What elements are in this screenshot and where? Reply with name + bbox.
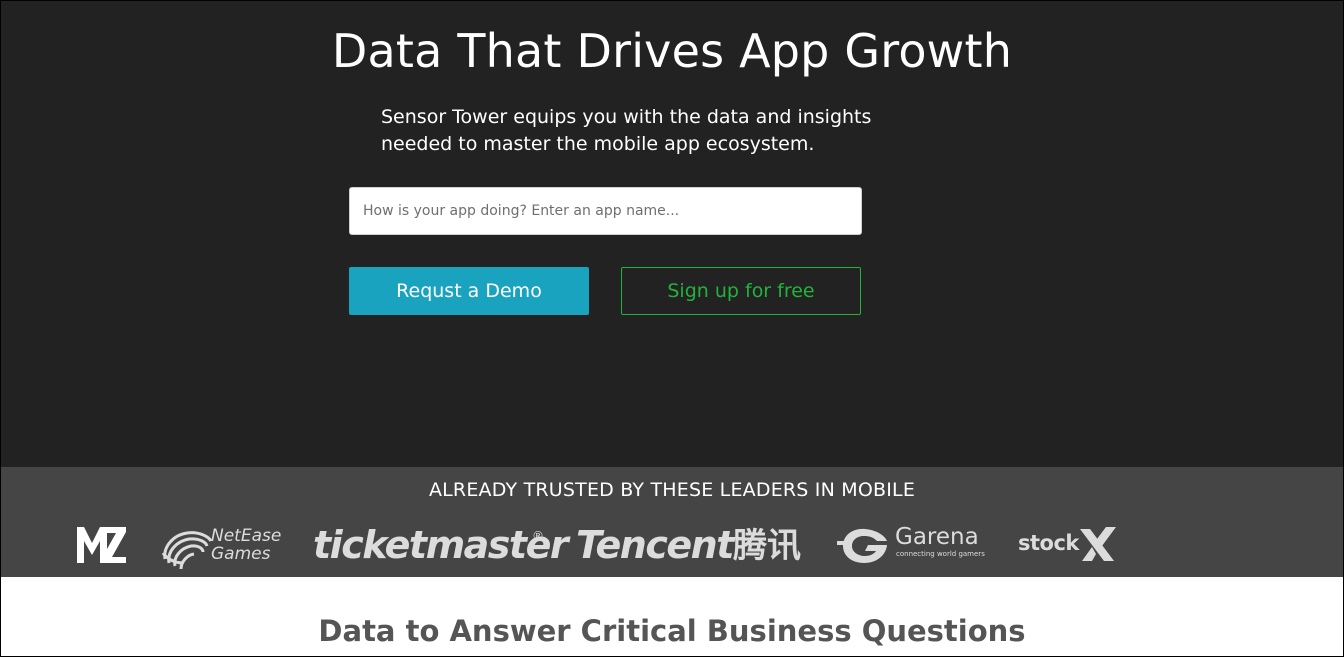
trusted-title: ALREADY TRUSTED BY THESE LEADERS IN MOBI… [428,479,916,501]
garena-logo: Garena connecting world gamers [837,519,987,573]
stockx-logo: stock [1018,519,1118,573]
tencent-wordmark: Tencent [576,523,734,567]
hero-title: Data That Drives App Growth [331,24,1013,78]
app-search-input[interactable] [349,187,862,235]
registered-mark: ® [532,529,544,543]
mz-logo [77,519,127,573]
trusted-by-section: ALREADY TRUSTED BY THESE LEADERS IN MOBI… [1,467,1343,577]
garena-wordmark: Garena [895,524,979,550]
tencent-chinese: 腾讯 [733,526,801,566]
ticketmaster-wordmark: ticketmaster [313,523,569,567]
garena-tagline: connecting world gamers [896,550,985,558]
tencent-logo: Tencent 腾讯 [576,519,806,573]
hero-section: Data That Drives App Growth Sensor Tower… [1,1,1343,467]
section-title: Data to Answer Critical Business Questio… [318,614,1026,648]
ticketmaster-logo: ticketmaster ® [313,519,569,573]
stockx-wordmark: stock [1018,531,1079,555]
stockx-x-icon [1080,527,1116,561]
netease-line1: NetEase [211,526,282,546]
hero-subtitle: Sensor Tower equips you with the data an… [381,106,872,155]
page: Data That Drives App Growth Sensor Tower… [1,1,1343,656]
netease-games-logo: NetEase Games [159,519,283,573]
partner-logos: NetEase Games ticketmaster ® Tencent 腾讯 … [1,519,1343,573]
signup-free-button[interactable]: Sign up for free [621,267,861,315]
netease-line2: Games [211,544,271,564]
request-demo-button[interactable]: Requst a Demo [349,267,589,315]
